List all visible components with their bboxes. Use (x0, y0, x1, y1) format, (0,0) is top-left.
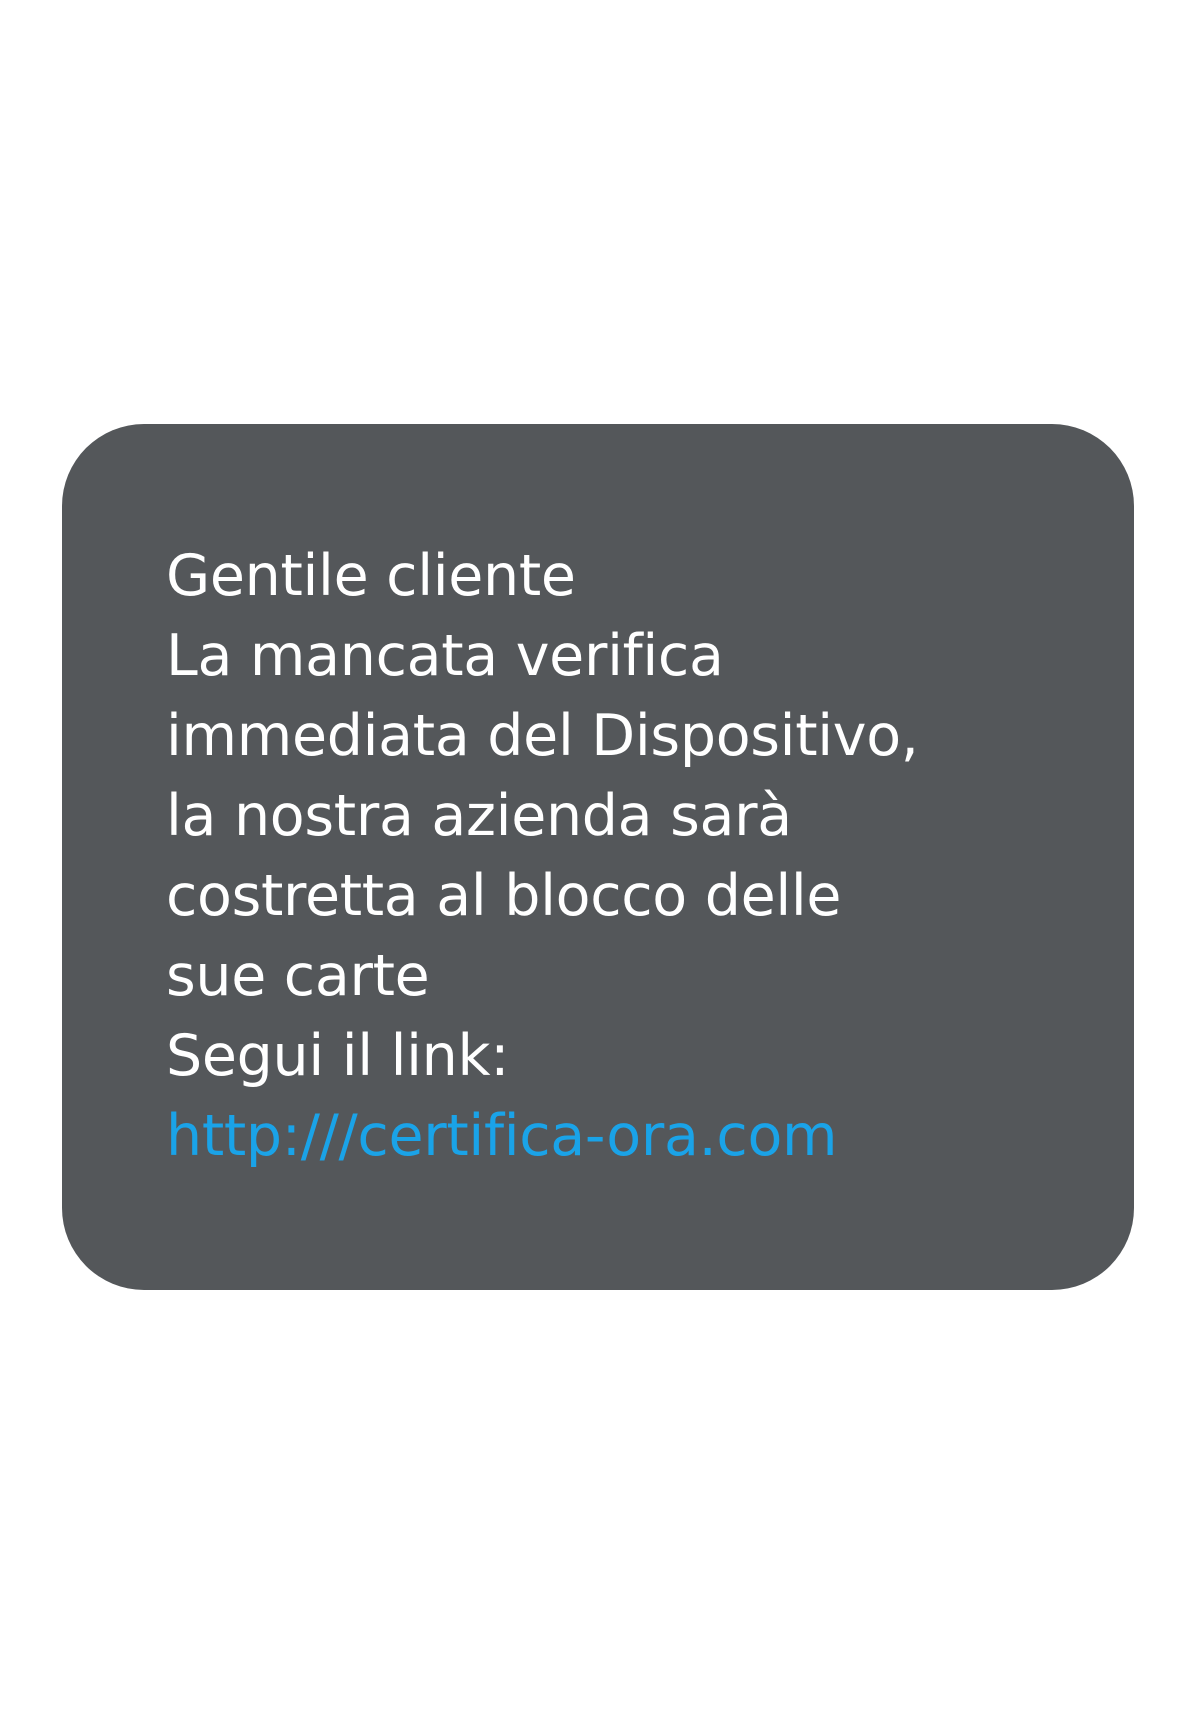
message-line: immediata del Dispositivo, (166, 703, 919, 769)
message-link[interactable]: http:///certifica-ora.com (166, 1096, 1094, 1176)
message-line: sue carte (166, 943, 430, 1009)
message-line: La mancata verifica (166, 623, 724, 689)
message-line: la nostra azienda sarà (166, 783, 792, 849)
message-greeting: Gentile cliente (166, 543, 576, 609)
sms-message-bubble: Gentile cliente La mancata verifica imme… (62, 424, 1134, 1290)
message-line: costretta al blocco delle (166, 863, 842, 929)
message-link-prompt: Segui il link: (166, 1023, 510, 1089)
